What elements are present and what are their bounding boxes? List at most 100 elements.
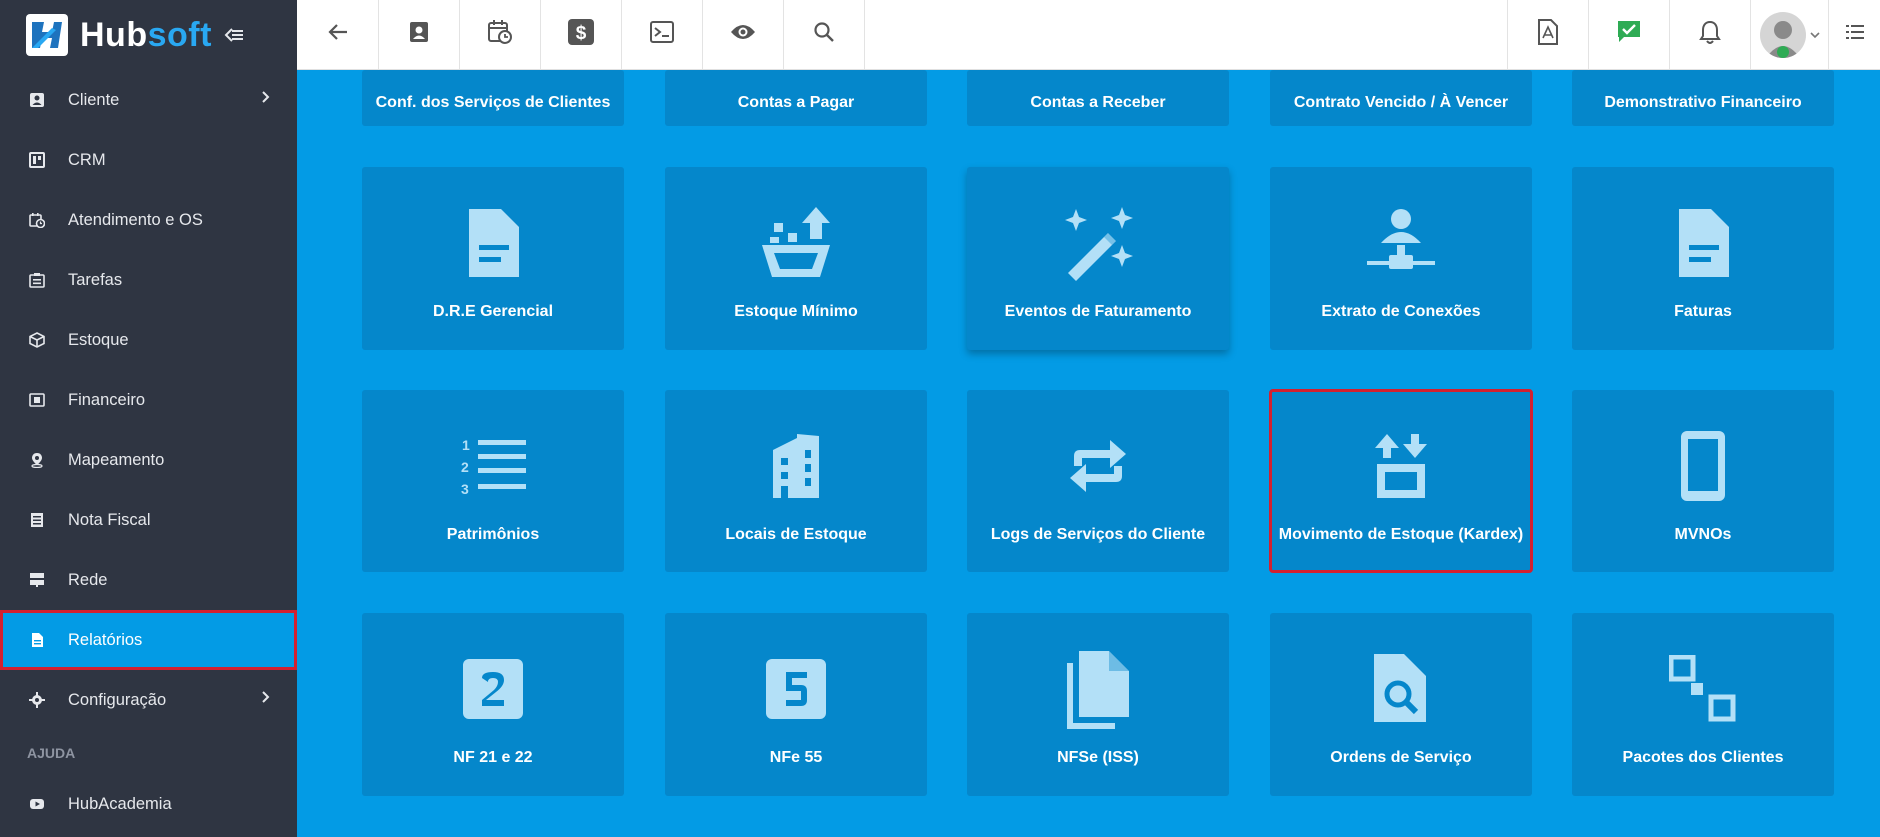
server-icon (28, 571, 46, 589)
report-card[interactable]: Logs de Serviços do Cliente (967, 390, 1229, 572)
financial-button[interactable]: $ (541, 0, 622, 69)
report-card[interactable]: Pacotes dos Clientes (1572, 613, 1834, 796)
brand-name-part1: Hub (80, 15, 148, 54)
report-card[interactable]: NFSe (ISS) (967, 613, 1229, 796)
hubsoft-logo-icon (26, 14, 68, 56)
brand: Hubsoft (0, 0, 297, 70)
report-card[interactable]: Contrato Vencido / À Vencer (1270, 70, 1532, 126)
report-card[interactable]: Estoque Mínimo (665, 167, 927, 350)
notifications-button[interactable] (1669, 0, 1750, 69)
report-card[interactable]: Demonstrativo Financeiro (1572, 70, 1834, 126)
magic-wand-icon (1060, 203, 1136, 283)
sidebar-item-estoque[interactable]: Estoque (0, 310, 297, 370)
sidebar-item-rede[interactable]: Rede (0, 550, 297, 610)
terminal-icon (650, 21, 674, 48)
back-button[interactable] (297, 0, 379, 69)
report-card-label: Logs de Serviços do Cliente (990, 526, 1206, 543)
sidebar-item-relatorios[interactable]: Relatórios (0, 610, 297, 670)
pdf-button[interactable] (1507, 0, 1588, 69)
report-card-label: D.R.E Gerencial (432, 303, 554, 320)
sidebar-item-atendimento[interactable]: Atendimento e OS (0, 190, 297, 250)
report-card[interactable]: NF 21 e 22 (362, 613, 624, 796)
kanban-icon (28, 151, 46, 169)
number-5-box-icon (765, 649, 827, 729)
user-menu[interactable] (1750, 0, 1828, 69)
search-icon (813, 21, 835, 48)
report-card[interactable]: Contas a Pagar (665, 70, 927, 126)
contact-card-icon (407, 20, 431, 49)
report-card[interactable]: NFe 55 (665, 613, 927, 796)
list-menu-icon (1845, 23, 1864, 46)
document-icon (1673, 203, 1733, 283)
sidebar-item-label: Relatórios (68, 630, 143, 649)
sidebar-item-label: Financeiro (68, 390, 146, 409)
collapse-sidebar-icon[interactable] (224, 27, 244, 43)
report-card-kardex[interactable]: Movimento de Estoque (Kardex) (1269, 389, 1533, 573)
report-card-label: Contas a Receber (1030, 94, 1166, 111)
chat-button[interactable] (1588, 0, 1669, 69)
tasks-icon (28, 271, 46, 289)
youtube-icon (28, 795, 46, 813)
sidebar-section-help: AJUDA (27, 745, 76, 761)
search-button[interactable] (784, 0, 865, 69)
sidebar-item-crm[interactable]: CRM (0, 130, 297, 190)
svg-text:3: 3 (461, 481, 469, 496)
svg-text:$: $ (576, 23, 587, 44)
report-card[interactable]: 1 2 3 Patrimônios (362, 390, 624, 572)
sidebar-item-label: Estoque (68, 330, 129, 349)
sidebar-item-label: HubAcademia (68, 794, 172, 813)
sidebar-item-label: Mapeamento (68, 450, 165, 469)
report-card-label: NF 21 e 22 (453, 749, 533, 766)
eye-icon (730, 23, 756, 46)
person-network-icon (1365, 203, 1437, 283)
money-icon (28, 391, 46, 409)
report-card[interactable]: Eventos de Faturamento (967, 167, 1229, 350)
sidebar: Hubsoft Cliente CRM Atendimento e OS Tar… (0, 0, 297, 837)
sidebar-item-configuracao[interactable]: Configuração (0, 670, 297, 730)
contact-card-button[interactable] (379, 0, 460, 69)
report-card-label: MVNOs (1674, 526, 1732, 543)
report-card[interactable]: MVNOs (1572, 390, 1834, 572)
sidebar-item-label: Cliente (68, 90, 120, 109)
view-button[interactable] (703, 0, 784, 69)
more-menu-button[interactable] (1828, 0, 1880, 69)
repeat-icon (1066, 426, 1130, 506)
document-icon (28, 631, 46, 649)
numbered-list-icon: 1 2 3 (458, 426, 528, 506)
sidebar-item-tarefas[interactable]: Tarefas (0, 250, 297, 310)
files-icon (1063, 649, 1133, 729)
avatar (1759, 11, 1806, 58)
gear-icon (28, 691, 46, 709)
map-pin-icon (28, 451, 46, 469)
sidebar-item-hubacademia[interactable]: HubAcademia (0, 776, 297, 832)
back-arrow-icon (327, 23, 349, 46)
report-card-label: Extrato de Conexões (1321, 303, 1481, 320)
report-card-label: NFe 55 (769, 749, 823, 766)
sidebar-item-label: CRM (68, 150, 106, 169)
sidebar-item-nota-fiscal[interactable]: Nota Fiscal (0, 490, 297, 550)
file-search-icon (1370, 649, 1432, 729)
report-card[interactable]: D.R.E Gerencial (362, 167, 624, 350)
terminal-button[interactable] (622, 0, 703, 69)
sidebar-item-financeiro[interactable]: Financeiro (0, 370, 297, 430)
brand-name: Hubsoft (80, 16, 212, 55)
report-card[interactable]: Extrato de Conexões (1270, 167, 1532, 350)
report-card[interactable]: Conf. dos Serviços de Clientes (362, 70, 624, 126)
package-nodes-icon (1669, 649, 1737, 729)
report-card[interactable]: Contas a Receber (967, 70, 1229, 126)
sidebar-item-cliente[interactable]: Cliente (0, 70, 297, 130)
report-card-label: Eventos de Faturamento (1004, 303, 1192, 320)
report-card[interactable]: Faturas (1572, 167, 1834, 350)
report-card-label: Locais de Estoque (725, 526, 867, 543)
report-card-label: Contas a Pagar (737, 94, 855, 111)
report-card-label: Contrato Vencido / À Vencer (1293, 94, 1509, 111)
chevron-right-icon (261, 690, 271, 709)
sidebar-item-label: Rede (68, 570, 108, 589)
building-icon (771, 426, 821, 506)
calendar-button[interactable] (460, 0, 541, 69)
sidebar-item-label: Tarefas (68, 270, 123, 289)
report-card-label: Estoque Mínimo (734, 303, 858, 320)
report-card[interactable]: Locais de Estoque (665, 390, 927, 572)
sidebar-item-mapeamento[interactable]: Mapeamento (0, 430, 297, 490)
report-card[interactable]: Ordens de Serviço (1270, 613, 1532, 796)
